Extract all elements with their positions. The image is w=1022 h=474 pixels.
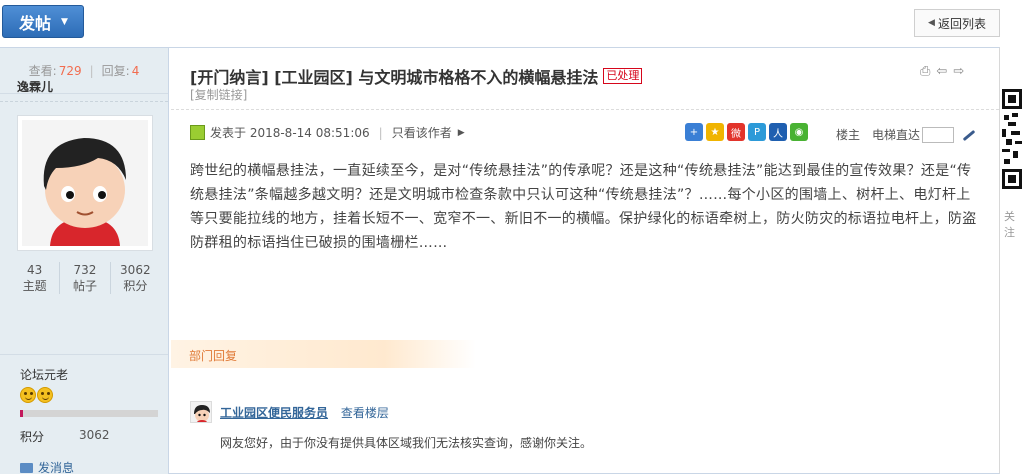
stat-points[interactable]: 3062 积分 xyxy=(111,262,160,294)
department-reply-meta: 工业园区便民服务员 查看楼层 xyxy=(220,404,389,421)
view-floor-link[interactable]: 查看楼层 xyxy=(341,406,389,420)
floor-jump-input[interactable] xyxy=(922,126,955,143)
thread-title: [开门纳言] [工业园区] 与文明城市格格不入的横幅悬挂法 已处理 xyxy=(190,64,643,88)
online-status-icon xyxy=(190,125,205,140)
stat-value: 3062 xyxy=(120,263,151,277)
divider xyxy=(171,109,999,110)
share-toolbar: + ★ 微 P 人 ◉ xyxy=(685,123,808,141)
score-label: 积分 xyxy=(20,430,45,444)
author-score: 积分 3062 xyxy=(20,428,160,445)
wechat-icon[interactable]: ◉ xyxy=(790,123,808,141)
avatar-image xyxy=(22,120,148,246)
replier-name[interactable]: 工业园区便民服务员 xyxy=(220,406,328,420)
views-label: 查看: xyxy=(28,64,57,78)
smiley-icon xyxy=(20,387,36,403)
score-value: 3062 xyxy=(79,428,110,442)
qzone-icon[interactable]: ★ xyxy=(706,123,724,141)
level-progress-fill xyxy=(20,410,23,417)
post-button-label: 发帖 xyxy=(19,13,52,33)
status-badge: 已处理 xyxy=(603,68,643,84)
thread-tools: ⎙ ⇦ ⇨ xyxy=(920,64,964,79)
divider xyxy=(0,101,168,102)
author-only-link[interactable]: 只看该作者 xyxy=(392,124,452,141)
post-content: 跨世纪的横幅悬挂法，一直延续至今，是对“传统悬挂法”的传承呢？还是这种“传统悬挂… xyxy=(190,163,977,251)
department-reply-header: 部门回复 xyxy=(171,340,476,368)
stat-label: 帖子 xyxy=(72,279,97,293)
stat-value: 43 xyxy=(27,263,43,277)
smiley-icon xyxy=(37,387,53,403)
weibo-icon[interactable]: 微 xyxy=(727,123,745,141)
stats-separator: | xyxy=(89,63,94,78)
plus-share-icon[interactable]: + xyxy=(685,123,703,141)
follow-label: 关注 xyxy=(1004,210,1015,239)
level-progress-bar xyxy=(20,410,158,417)
send-message-link[interactable]: 发消息 xyxy=(20,459,74,474)
send-message-label: 发消息 xyxy=(38,461,75,474)
jump-label: 电梯直达 xyxy=(872,128,921,142)
author-name[interactable]: 逸霖儿 xyxy=(17,78,53,95)
replier-avatar[interactable] xyxy=(190,401,212,423)
author-stats: 43 主题 732 帖子 3062 积分 xyxy=(10,262,160,294)
back-to-list-button[interactable]: ◀ 返回列表 xyxy=(914,9,1000,37)
print-icon[interactable]: ⎙ xyxy=(920,64,930,79)
qr-code xyxy=(1002,89,1022,189)
user-rank: 论坛元老 xyxy=(20,368,69,382)
department-reply-label: 部门回复 xyxy=(189,349,238,363)
meta-separator: | xyxy=(378,125,383,140)
replies-label: 回复: xyxy=(101,64,130,78)
page-title: [开门纳言] [工业园区] 与文明城市格格不入的横幅悬挂法 xyxy=(190,68,599,87)
chevron-left-icon: ◀ xyxy=(928,18,935,28)
replies-count: 4 xyxy=(131,63,140,78)
chevron-down-icon: ▼ xyxy=(61,16,68,27)
stat-label: 主题 xyxy=(22,279,47,293)
avatar[interactable] xyxy=(17,115,153,251)
cartoon-avatar-icon xyxy=(194,405,210,422)
cartoon-avatar-icon xyxy=(22,120,148,246)
qr-code-icon xyxy=(1002,89,1022,189)
jump-go-icon[interactable] xyxy=(960,127,978,143)
floor-navigator: 楼主 电梯直达 xyxy=(836,126,978,143)
back-to-list-label: 返回列表 xyxy=(937,16,986,31)
caret-right-icon: ▶ xyxy=(457,127,465,138)
floor-label: 楼主 xyxy=(836,128,861,142)
stat-topics[interactable]: 43 主题 xyxy=(10,262,61,294)
rank-stars xyxy=(20,387,53,403)
copy-link[interactable]: [复制链接] xyxy=(190,86,247,103)
views-count: 729 xyxy=(58,63,82,78)
next-thread-icon[interactable]: ⇨ xyxy=(953,64,964,79)
department-reply-text: 网友您好，由于你没有提供具体区域我们无法核实查询，感谢你关注。 xyxy=(220,436,593,450)
stat-value: 732 xyxy=(73,263,97,277)
renren-icon[interactable]: 人 xyxy=(769,123,787,141)
post-timestamp: 发表于 2018-8-14 08:51:06 xyxy=(210,126,370,140)
previous-thread-icon[interactable]: ⇦ xyxy=(936,64,947,79)
post-meta: 发表于 2018-8-14 08:51:06 | 只看该作者 ▶ xyxy=(190,124,465,141)
tencent-weibo-icon[interactable]: P xyxy=(748,123,766,141)
stat-label: 积分 xyxy=(123,279,148,293)
stat-posts[interactable]: 732 帖子 xyxy=(60,262,111,294)
post-button[interactable]: 发帖 ▼ xyxy=(2,5,84,38)
message-icon xyxy=(20,462,33,473)
divider xyxy=(0,354,168,355)
